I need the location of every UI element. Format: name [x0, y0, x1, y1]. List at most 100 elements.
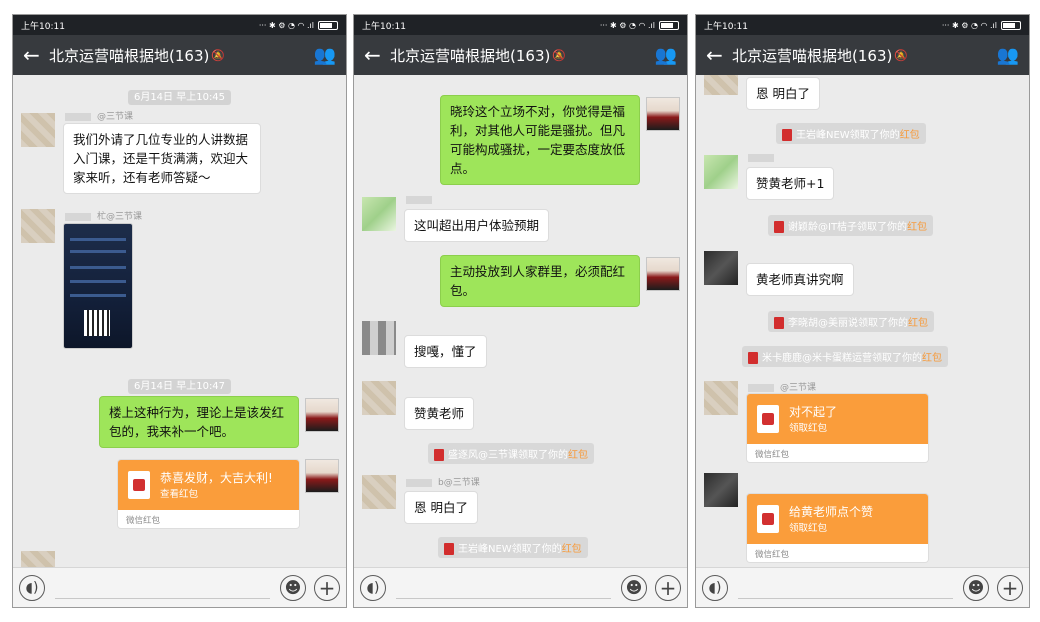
avatar[interactable] [305, 459, 339, 493]
red-packet-icon [782, 129, 792, 141]
battery-icon [1001, 20, 1021, 30]
message-bubble[interactable]: 恩 明白了 [404, 491, 478, 524]
phone-screen-1: 上午10:11 ··· ✱ ⚙ ◔ ◠ .ıl ← 北京运营喵根据地(163) … [12, 14, 347, 608]
red-packet-icon [757, 505, 779, 533]
avatar[interactable] [21, 113, 55, 147]
message-bubble[interactable]: 恩 明白了 [746, 77, 820, 110]
red-packet-icon [774, 317, 784, 329]
avatar[interactable] [704, 473, 738, 507]
group-members-icon[interactable]: 👥 [314, 45, 336, 66]
red-packet-icon [444, 543, 454, 555]
chat-title: 北京运营喵根据地(163) [49, 46, 210, 65]
mute-bell-icon: 🔕 [552, 48, 567, 62]
sender-name: @三节课 [65, 109, 133, 122]
red-packet-action: 查看红包 [160, 489, 199, 500]
avatar[interactable] [646, 97, 680, 131]
voice-icon[interactable]: ◖) [19, 574, 45, 601]
avatar[interactable] [21, 209, 55, 243]
chat-area: 晓玲这个立场不对，你觉得是福利，对其他人可能是骚扰。但凡可能构成骚扰，一定要态度… [354, 75, 687, 567]
red-packet-notice: 王岩峰NEW领取了你的红包 [438, 537, 588, 558]
avatar[interactable] [305, 398, 339, 432]
plus-icon[interactable]: + [997, 574, 1023, 601]
plus-icon[interactable]: + [655, 574, 681, 601]
red-packet-notice: 盛逐风@三节课领取了你的红包 [428, 443, 594, 464]
red-packet-title: 给黄老师点个赞 [789, 505, 874, 519]
emoji-icon[interactable]: ☻ [280, 574, 306, 601]
chat-header: ← 北京运营喵根据地(163) 🔕 👥 [13, 35, 346, 75]
status-icons: ··· ✱ ⚙ ◔ ◠ .ıl [600, 20, 679, 30]
mute-bell-icon: 🔕 [894, 48, 909, 62]
red-packet-card[interactable]: 对不起了 领取红包 微信红包 [746, 393, 929, 463]
status-icons: ··· ✱ ⚙ ◔ ◠ .ıl [942, 20, 1021, 30]
red-packet-notice: 谢颖龄@IT桔子领取了你的红包 [768, 215, 934, 236]
back-arrow-icon[interactable]: ← [706, 43, 732, 67]
emoji-icon[interactable]: ☻ [621, 574, 647, 601]
message-bubble[interactable]: 搜嘎，懂了 [404, 335, 487, 368]
message-input[interactable] [738, 576, 953, 599]
phone-screen-2: 上午10:11 ··· ✱ ⚙ ◔ ◠ .ıl ← 北京运营喵根据地(163) … [353, 14, 688, 608]
battery-icon [659, 20, 679, 30]
red-packet-footer: 微信红包 [118, 510, 299, 528]
chat-header: ← 北京运营喵根据地(163) 🔕 👥 [354, 35, 687, 75]
back-arrow-icon[interactable]: ← [23, 43, 49, 67]
red-packet-icon [434, 449, 444, 461]
red-packet-title: 对不起了 [789, 405, 838, 419]
plus-icon[interactable]: + [314, 574, 340, 601]
status-time: 上午10:11 [21, 21, 65, 32]
status-bar: 上午10:11 ··· ✱ ⚙ ◔ ◠ .ıl [696, 15, 1029, 35]
input-bar: ◖) ☻ + [696, 567, 1029, 607]
red-packet-icon [774, 221, 784, 233]
sender-name [748, 153, 780, 163]
message-bubble[interactable]: 赞黄老师+1 [746, 167, 835, 200]
chat-title: 北京运营喵根据地(163) [390, 46, 551, 65]
red-packet-notice: 王岩峰NEW领取了你的红包 [776, 123, 926, 144]
message-bubble[interactable]: 我们外请了几位专业的人讲数据入门课，还是干货满满，欢迎大家来听，还有老师答疑～ [63, 123, 261, 194]
status-bar: 上午10:11 ··· ✱ ⚙ ◔ ◠ .ıl [354, 15, 687, 35]
red-packet-notice: 米卡鹿鹿@米卡蛋糕运营领取了你的红包 [742, 346, 948, 367]
group-members-icon[interactable]: 👥 [997, 45, 1019, 66]
chat-header: ← 北京运营喵根据地(163) 🔕 👥 [696, 35, 1029, 75]
avatar[interactable] [362, 475, 396, 509]
input-bar: ◖) ☻ + [13, 567, 346, 607]
voice-icon[interactable]: ◖) [360, 574, 386, 601]
status-bar: 上午10:11 ··· ✱ ⚙ ◔ ◠ .ıl [13, 15, 346, 35]
avatar[interactable] [362, 321, 396, 355]
sender-name: 杧@三节课 [65, 209, 142, 222]
red-packet-footer: 微信红包 [747, 544, 928, 562]
red-packet-action: 领取红包 [789, 523, 828, 534]
image-message[interactable] [63, 223, 133, 349]
red-packet-footer: 微信红包 [747, 444, 928, 462]
message-bubble[interactable]: 楼上这种行为，理论上是该发红包的，我来补一个吧。 [99, 396, 299, 448]
message-bubble[interactable]: 这叫超出用户体验预期 [404, 209, 550, 242]
battery-icon [318, 20, 338, 30]
avatar[interactable] [362, 381, 396, 415]
red-packet-icon [128, 471, 150, 499]
avatar[interactable] [704, 75, 738, 95]
avatar[interactable] [704, 155, 738, 189]
red-packet-action: 领取红包 [789, 423, 828, 434]
avatar[interactable] [646, 257, 680, 291]
red-packet-card[interactable]: 给黄老师点个赞 领取红包 微信红包 [746, 493, 929, 563]
voice-icon[interactable]: ◖) [702, 574, 728, 601]
group-members-icon[interactable]: 👥 [655, 45, 677, 66]
timestamp: 6月14日 早上10:47 [13, 374, 346, 394]
message-input[interactable] [396, 576, 611, 599]
emoji-icon[interactable]: ☻ [963, 574, 989, 601]
message-bubble[interactable]: 晓玲这个立场不对，你觉得是福利，对其他人可能是骚扰。但凡可能构成骚扰，一定要态度… [440, 95, 640, 185]
status-time: 上午10:11 [362, 21, 406, 32]
red-packet-icon [757, 405, 779, 433]
message-input[interactable] [55, 576, 270, 599]
message-bubble[interactable]: 赞黄老师 [404, 397, 475, 430]
message-bubble[interactable]: 黄老师真讲究啊 [746, 263, 854, 296]
sender-name: b@三节课 [406, 475, 480, 488]
avatar[interactable] [21, 551, 55, 567]
back-arrow-icon[interactable]: ← [364, 43, 390, 67]
qr-code [84, 310, 110, 336]
avatar[interactable] [704, 251, 738, 285]
message-bubble[interactable]: 主动投放到人家群里，必须配红包。 [440, 255, 640, 307]
status-time: 上午10:11 [704, 21, 748, 32]
avatar[interactable] [704, 381, 738, 415]
red-packet-card[interactable]: 恭喜发财，大吉大利! 查看红包 微信红包 [117, 459, 300, 529]
chat-title: 北京运营喵根据地(163) [732, 46, 893, 65]
avatar[interactable] [362, 197, 396, 231]
